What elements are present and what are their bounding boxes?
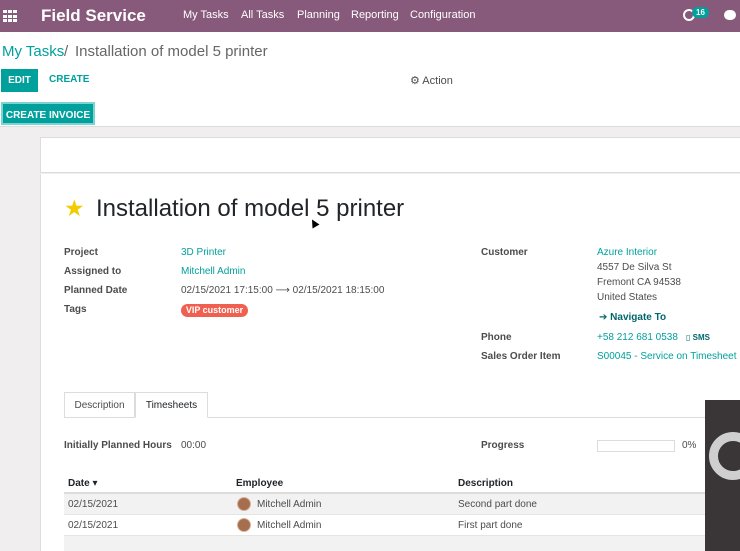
top-navbar: Field Service My Tasks All Tasks Plannin…	[0, 0, 740, 32]
sms-button[interactable]: ▯ SMS	[686, 333, 710, 342]
avatar	[237, 518, 251, 532]
statusbar-area	[40, 137, 740, 173]
row-employee: Mitchell Admin	[257, 499, 322, 510]
app-brand[interactable]: Field Service	[41, 6, 146, 26]
progress-value: 0%	[682, 440, 697, 451]
menu-configuration[interactable]: Configuration	[410, 9, 475, 21]
table-row[interactable]	[64, 515, 740, 536]
row-description: Second part done	[458, 499, 537, 510]
planned-date-value: 02/15/2021 17:15:00 ⟶ 02/15/2021 18:15:0…	[181, 285, 385, 296]
create-invoice-button[interactable]: CREATE INVOICE	[1, 102, 95, 125]
create-button[interactable]: CREATE	[49, 74, 89, 85]
customer-label: Customer	[481, 247, 528, 258]
menu-planning[interactable]: Planning	[297, 9, 340, 21]
table-row-empty	[64, 536, 740, 551]
star-icon[interactable]: ★	[64, 197, 85, 220]
assigned-to-label: Assigned to	[64, 266, 122, 277]
activity-count-badge: 16	[692, 7, 709, 18]
tab-timesheets[interactable]: Timesheets	[135, 392, 208, 418]
menu-all-tasks[interactable]: All Tasks	[241, 9, 284, 21]
progress-bar	[597, 440, 675, 452]
action-menu-button[interactable]: ⚙ Action	[410, 74, 453, 87]
column-employee[interactable]: Employee	[236, 478, 283, 489]
overlay-ring-shape	[709, 432, 740, 480]
edit-button[interactable]: EDIT	[1, 69, 38, 92]
task-title: Installation of model 5 printer	[96, 195, 405, 222]
navigate-to-button[interactable]: ➔ Navigate To	[599, 312, 666, 323]
row-date: 02/15/2021	[68, 520, 119, 531]
breadcrumb-current: Installation of model 5 printer	[75, 43, 268, 60]
planned-date-label: Planned Date	[64, 285, 128, 296]
row-employee: Mitchell Admin	[257, 520, 322, 531]
address-line-1: 4557 De Silva St	[597, 262, 672, 273]
breadcrumb-parent[interactable]: My Tasks	[2, 43, 64, 60]
phone-label: Phone	[481, 332, 512, 343]
row-date: 02/15/2021	[68, 499, 119, 510]
planned-hours-value: 00:00	[181, 440, 207, 451]
customer-value[interactable]: Azure Interior	[597, 247, 657, 258]
sms-label: SMS	[692, 333, 710, 342]
sales-order-value[interactable]: S00045 - Service on Timesheet	[597, 351, 737, 362]
assigned-to-value[interactable]: Mitchell Admin	[181, 266, 245, 277]
planned-hours-label: Initially Planned Hours	[64, 440, 172, 451]
tab-description[interactable]: Description	[64, 392, 135, 418]
progress-label: Progress	[481, 440, 525, 451]
tag-vip-customer[interactable]: VIP customer	[181, 304, 248, 317]
phone-value[interactable]: +58 212 681 0538	[597, 332, 678, 343]
address-line-2: Fremont CA 94538	[597, 277, 681, 288]
timesheet-table-header	[64, 472, 740, 494]
column-description[interactable]: Description	[458, 478, 513, 489]
sales-order-label: Sales Order Item	[481, 351, 561, 362]
row-description: First part done	[458, 520, 523, 531]
menu-my-tasks[interactable]: My Tasks	[183, 9, 229, 21]
tags-label: Tags	[64, 304, 87, 315]
column-date[interactable]: Date ▾	[68, 478, 97, 489]
project-label: Project	[64, 247, 98, 258]
control-panel: My Tasks / Installation of model 5 print…	[0, 32, 740, 127]
project-value[interactable]: 3D Printer	[181, 247, 226, 258]
breadcrumb-separator: /	[64, 43, 69, 60]
apps-menu-icon[interactable]	[3, 10, 17, 23]
chat-icon[interactable]	[724, 10, 736, 20]
menu-reporting[interactable]: Reporting	[351, 9, 399, 21]
address-line-3: United States	[597, 292, 658, 303]
avatar	[237, 497, 251, 511]
table-row[interactable]	[64, 494, 740, 515]
video-overlay	[705, 400, 740, 551]
